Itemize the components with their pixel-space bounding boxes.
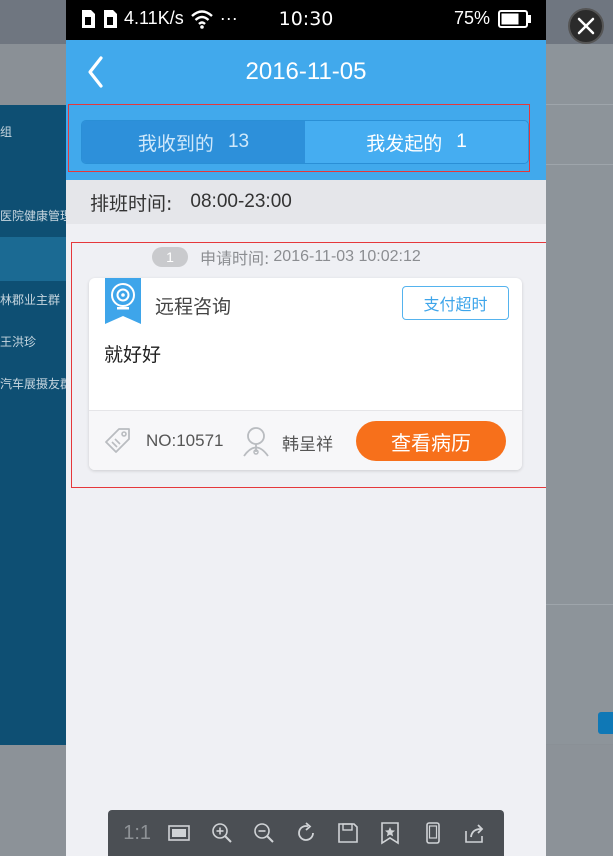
- request-time-row: 1 申请时间: 2016-11-03 10:02:12: [152, 246, 421, 268]
- tab-label: 我发起的: [366, 132, 443, 155]
- doctor-name: 韩呈祥: [282, 435, 333, 455]
- segmented-tabs: 我收到的 13 我发起的 1: [81, 120, 529, 164]
- rotate-icon: [298, 822, 314, 841]
- phone-view-button[interactable]: [418, 818, 448, 848]
- background-sidebar-item: 医院健康管理: [0, 209, 66, 223]
- request-time-label: 申请时间:: [200, 249, 270, 268]
- zoom-out-button[interactable]: [249, 818, 279, 848]
- record-index-badge: 1: [152, 247, 188, 267]
- shift-value: 08:00-23:00: [190, 191, 292, 212]
- camera-badge-icon: [105, 278, 141, 324]
- tab-received[interactable]: 我收到的 13: [82, 121, 305, 163]
- card-footer: NO:10571 韩呈祥 查看病历: [89, 410, 522, 470]
- record-number: NO:10571: [146, 431, 224, 450]
- tag-icon: [105, 428, 130, 453]
- tab-label: 我收到的: [137, 132, 214, 155]
- nav-header: 2016-11-05: [66, 40, 546, 104]
- background-sidebar-selected: [0, 237, 66, 281]
- save-icon: [338, 823, 359, 843]
- background-sidebar: 组 医院健康管理 林郡业主群 王洪珍 汽车展摄友群: [0, 105, 66, 745]
- background-right-panel: [546, 44, 613, 744]
- tab-initiated[interactable]: 我发起的 1: [305, 121, 528, 163]
- share-icon: [465, 824, 484, 843]
- shift-time-bar: 排班时间: 08:00-23:00: [66, 180, 546, 224]
- background-sidebar-item: 组: [0, 125, 13, 139]
- fit-window-button[interactable]: [164, 818, 194, 848]
- consultation-content: 就好好: [104, 344, 162, 366]
- favorite-button[interactable]: [375, 818, 405, 848]
- tabs-section: 我收到的 13 我发起的 1: [66, 104, 546, 180]
- close-icon: [577, 17, 595, 35]
- fit-window-icon: [168, 825, 191, 841]
- view-record-button[interactable]: 查看病历: [356, 421, 506, 461]
- shift-label: 排班时间:: [90, 192, 173, 215]
- phone-screen: 4.11K/s ··· 10:30 75% 2016-11-05 我收到的 13…: [66, 0, 546, 856]
- zoom-in-button[interactable]: [207, 818, 237, 848]
- consultation-title: 远程咨询: [155, 296, 232, 318]
- zoom-out-icon: [253, 823, 274, 843]
- rotate-button[interactable]: [291, 818, 321, 848]
- request-time-value: 2016-11-03 10:02:12: [273, 248, 421, 265]
- battery-percent: 75%: [453, 8, 490, 28]
- background-sidebar-item: 林郡业主群: [0, 293, 61, 307]
- save-button[interactable]: [333, 818, 363, 848]
- favorite-icon: [381, 822, 400, 845]
- ratio-button[interactable]: 1:1: [122, 818, 152, 848]
- tab-count: 1: [456, 131, 467, 152]
- doctor-icon: [243, 427, 269, 457]
- background-chip: [598, 712, 613, 734]
- background-sidebar-item: 汽车展摄友群: [0, 377, 66, 391]
- background-sidebar-item: 王洪珍: [0, 335, 37, 349]
- status-bar: 4.11K/s ··· 10:30 75%: [66, 0, 546, 40]
- share-button[interactable]: [460, 818, 490, 848]
- battery-icon: [498, 9, 531, 28]
- page-title: 2016-11-05: [245, 58, 367, 85]
- phone-view-icon: [425, 822, 440, 844]
- close-button[interactable]: [568, 8, 604, 44]
- viewer-toolbar: 1:1: [108, 810, 504, 856]
- status-badge: 支付超时: [402, 286, 509, 320]
- zoom-in-icon: [211, 823, 232, 843]
- consultation-card[interactable]: 远程咨询 支付超时 就好好 NO:10571 韩呈祥 查看病历: [89, 278, 522, 470]
- tab-count: 13: [227, 131, 250, 152]
